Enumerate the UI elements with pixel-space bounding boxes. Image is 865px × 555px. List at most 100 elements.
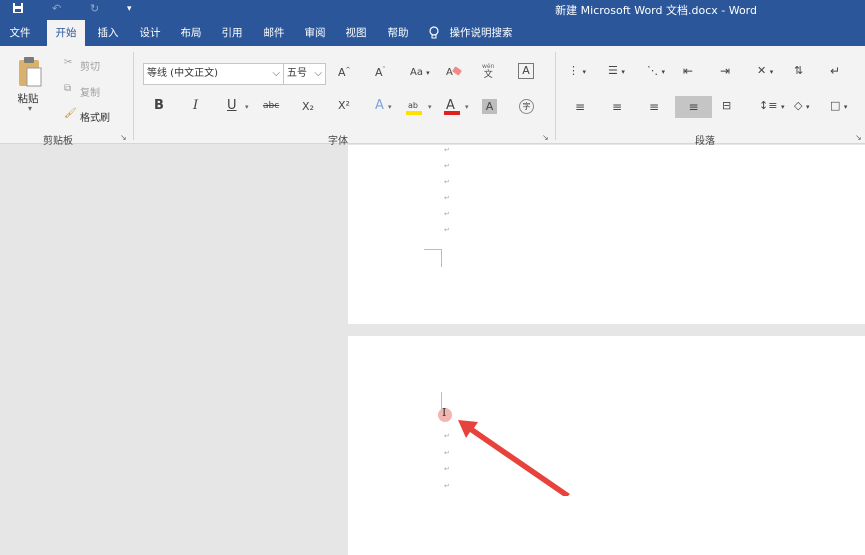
- highlight-dropdown-icon[interactable]: ▾: [428, 103, 432, 111]
- redo-icon[interactable]: ↻: [90, 2, 99, 15]
- line-spacing-icon[interactable]: ↕≡ ▾: [759, 99, 784, 112]
- justify-icon[interactable]: ≡: [675, 96, 712, 118]
- tell-me-search[interactable]: 操作说明搜索: [448, 20, 514, 46]
- document-page[interactable]: I ↵ ↵ ↵ ↵: [348, 336, 865, 555]
- save-icon[interactable]: [12, 2, 24, 17]
- ribbon-tabs: 文件 开始 插入 设计 布局 引用 邮件 审阅 视图 帮助 操作说明搜索: [0, 20, 865, 47]
- window-title: 新建 Microsoft Word 文档.docx - Word: [555, 4, 757, 17]
- text-highlight-icon[interactable]: ab: [406, 98, 426, 119]
- customize-qa-icon[interactable]: ▾: [127, 4, 132, 14]
- title-bar: ↶ ↻ ▾ 新建 Microsoft Word 文档.docx - Word: [0, 0, 865, 20]
- paste-icon[interactable]: [14, 54, 44, 90]
- chevron-down-icon[interactable]: ⌵: [272, 64, 280, 84]
- format-painter-button[interactable]: 格式刷: [80, 109, 110, 124]
- document-workspace[interactable]: ↵ ↵ ↵ ↵ ↵ ↵ I ↵ ↵ ↵ ↵: [0, 145, 865, 555]
- text-effects-icon[interactable]: A ▾: [375, 98, 392, 113]
- font-launcher-icon[interactable]: ↘: [542, 133, 549, 142]
- font-color-dropdown-icon[interactable]: ▾: [465, 103, 469, 111]
- enclose-char: 字: [522, 102, 531, 111]
- scissors-icon[interactable]: ✂: [64, 57, 72, 68]
- copy-button[interactable]: 复制: [80, 84, 100, 99]
- paragraph-mark: ↵: [444, 465, 450, 473]
- tab-references[interactable]: 引用: [214, 20, 250, 46]
- paragraph-mark: ↵: [444, 194, 450, 202]
- multilevel-list-icon[interactable]: ⋱ ▾: [647, 64, 665, 77]
- tab-review[interactable]: 审阅: [297, 20, 333, 46]
- paragraph-mark: ↵: [444, 226, 450, 234]
- phonetic-guide-icon[interactable]: wén 文: [482, 63, 494, 80]
- group-divider: [555, 52, 556, 140]
- paragraph-mark: ↵: [444, 162, 450, 170]
- paragraph-mark: ↵: [444, 449, 450, 457]
- shrink-font-icon[interactable]: Aˇ: [375, 66, 386, 79]
- paragraph-mark: ↵: [444, 146, 450, 154]
- tab-home[interactable]: 开始: [47, 20, 85, 47]
- tab-mailings[interactable]: 邮件: [256, 20, 292, 46]
- document-page[interactable]: ↵ ↵ ↵ ↵ ↵ ↵: [348, 145, 865, 324]
- group-divider: [133, 52, 134, 140]
- tab-insert[interactable]: 插入: [90, 20, 126, 46]
- i-beam-cursor-icon: I: [442, 406, 447, 419]
- paste-dropdown-icon[interactable]: ▾: [24, 104, 36, 113]
- font-size-value: 五号: [287, 68, 307, 79]
- paragraph-mark: ↵: [444, 482, 450, 490]
- bold-button[interactable]: B: [154, 98, 164, 113]
- show-marks-icon[interactable]: ↵: [830, 64, 840, 78]
- italic-button[interactable]: I: [193, 98, 198, 113]
- tab-design[interactable]: 设计: [131, 20, 169, 46]
- align-center-icon[interactable]: ≡: [612, 100, 622, 114]
- numbering-icon[interactable]: ☰ ▾: [608, 64, 625, 77]
- annotation-arrow-icon: [458, 420, 570, 496]
- tab-layout[interactable]: 布局: [173, 20, 209, 46]
- character-shading-icon[interactable]: A: [482, 99, 497, 114]
- chinese-layout-icon[interactable]: ✕ ▾: [757, 64, 773, 77]
- paragraph-mark: ↵: [444, 178, 450, 186]
- strikethrough-button[interactable]: abc: [263, 101, 279, 111]
- shading-letter: A: [485, 100, 494, 113]
- sort-icon[interactable]: ⇅: [794, 64, 803, 77]
- font-name-value: 等线 (中文正文): [147, 68, 218, 79]
- svg-text:ab: ab: [408, 101, 418, 110]
- character-border-icon[interactable]: A: [518, 63, 534, 79]
- font-size-combo[interactable]: 五号 ⌵: [283, 63, 326, 85]
- cut-button[interactable]: 剪切: [80, 58, 100, 73]
- decrease-indent-icon[interactable]: ⇤: [683, 64, 693, 78]
- underline-dropdown-icon[interactable]: ▾: [245, 103, 249, 111]
- margin-corner-mark: [441, 249, 442, 267]
- format-painter-icon[interactable]: 🖌: [64, 108, 77, 119]
- clear-formatting-icon[interactable]: A: [446, 64, 462, 81]
- paragraph-mark: ↵: [444, 432, 450, 440]
- lightbulb-icon: [428, 20, 440, 46]
- superscript-button[interactable]: X²: [338, 99, 350, 112]
- tab-view[interactable]: 视图: [338, 20, 374, 46]
- tab-file[interactable]: 文件: [0, 20, 40, 46]
- enclose-characters-icon[interactable]: 字: [519, 99, 534, 114]
- shrink-font-letter: A: [375, 66, 383, 79]
- underline-button[interactable]: U: [227, 98, 237, 113]
- tab-help[interactable]: 帮助: [380, 20, 416, 46]
- align-right-icon[interactable]: ≡: [649, 100, 659, 114]
- change-case-letters: Aa: [410, 67, 423, 78]
- font-color-icon[interactable]: A: [444, 96, 462, 119]
- shading-bucket-icon[interactable]: ◇ ▾: [794, 99, 809, 112]
- paragraph-launcher-icon[interactable]: ↘: [855, 133, 862, 142]
- undo-icon[interactable]: ↶: [52, 2, 61, 15]
- phonetic-char: 文: [483, 70, 493, 80]
- border-letter: A: [522, 64, 530, 77]
- chevron-down-icon[interactable]: ⌵: [314, 64, 322, 84]
- change-case-icon[interactable]: Aa ▾: [410, 67, 430, 78]
- align-left-icon[interactable]: ≡: [575, 100, 585, 114]
- font-name-combo[interactable]: 等线 (中文正文) ⌵: [143, 63, 284, 85]
- increase-indent-icon[interactable]: ⇥: [720, 64, 730, 78]
- grow-font-icon[interactable]: A^: [338, 66, 351, 79]
- bullets-icon[interactable]: ⋮ ▾: [568, 64, 586, 77]
- clipboard-launcher-icon[interactable]: ↘: [120, 133, 127, 142]
- ribbon: 粘贴 ▾ ✂ 剪切 ⧉ 复制 🖌 格式刷 剪贴板 ↘ 等线 (中文正文) ⌵ 五…: [0, 46, 865, 147]
- paragraph-mark: ↵: [444, 210, 450, 218]
- subscript-button[interactable]: X₂: [302, 100, 314, 113]
- svg-text:A: A: [446, 67, 453, 78]
- distributed-icon[interactable]: ⊟: [722, 99, 731, 112]
- svg-text:A: A: [446, 98, 455, 113]
- copy-icon[interactable]: ⧉: [64, 83, 71, 94]
- borders-icon[interactable]: □ ▾: [830, 99, 847, 112]
